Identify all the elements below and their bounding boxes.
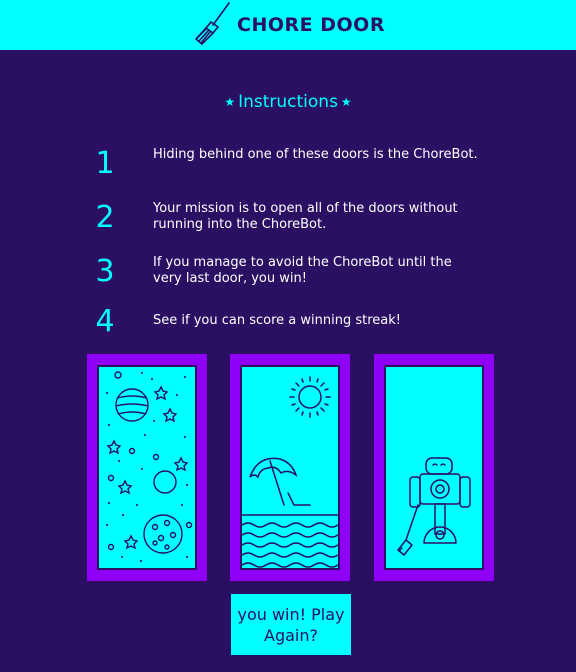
step-text: If you manage to avoid the ChoreBot unti… bbox=[153, 255, 452, 286]
star-icon: ★ bbox=[340, 95, 352, 109]
instructions-heading: ★ Instructions ★ bbox=[0, 92, 576, 112]
door-3[interactable] bbox=[374, 354, 494, 581]
broom-icon bbox=[195, 2, 230, 45]
header-bar: CHORE DOOR bbox=[0, 0, 576, 50]
chorebot-door-image bbox=[384, 365, 484, 570]
step-text: Hiding behind one of these doors is the … bbox=[153, 147, 478, 162]
step-number: 4 bbox=[95, 304, 115, 339]
door-2[interactable] bbox=[230, 354, 350, 581]
step-text: See if you can score a winning streak! bbox=[153, 313, 401, 328]
space-door-image bbox=[97, 365, 197, 570]
step-number: 1 bbox=[95, 146, 115, 181]
step-text: Your mission is to open all of the doors… bbox=[153, 201, 458, 232]
step-number: 3 bbox=[95, 254, 115, 289]
app-title: CHORE DOOR bbox=[237, 14, 385, 36]
door-1[interactable] bbox=[87, 354, 207, 581]
play-again-button[interactable]: you win! Play Again? bbox=[231, 594, 351, 655]
instructions-title: Instructions bbox=[238, 92, 338, 112]
step-number: 2 bbox=[95, 200, 115, 235]
beach-door-image bbox=[240, 365, 340, 570]
star-icon: ★ bbox=[224, 95, 236, 109]
